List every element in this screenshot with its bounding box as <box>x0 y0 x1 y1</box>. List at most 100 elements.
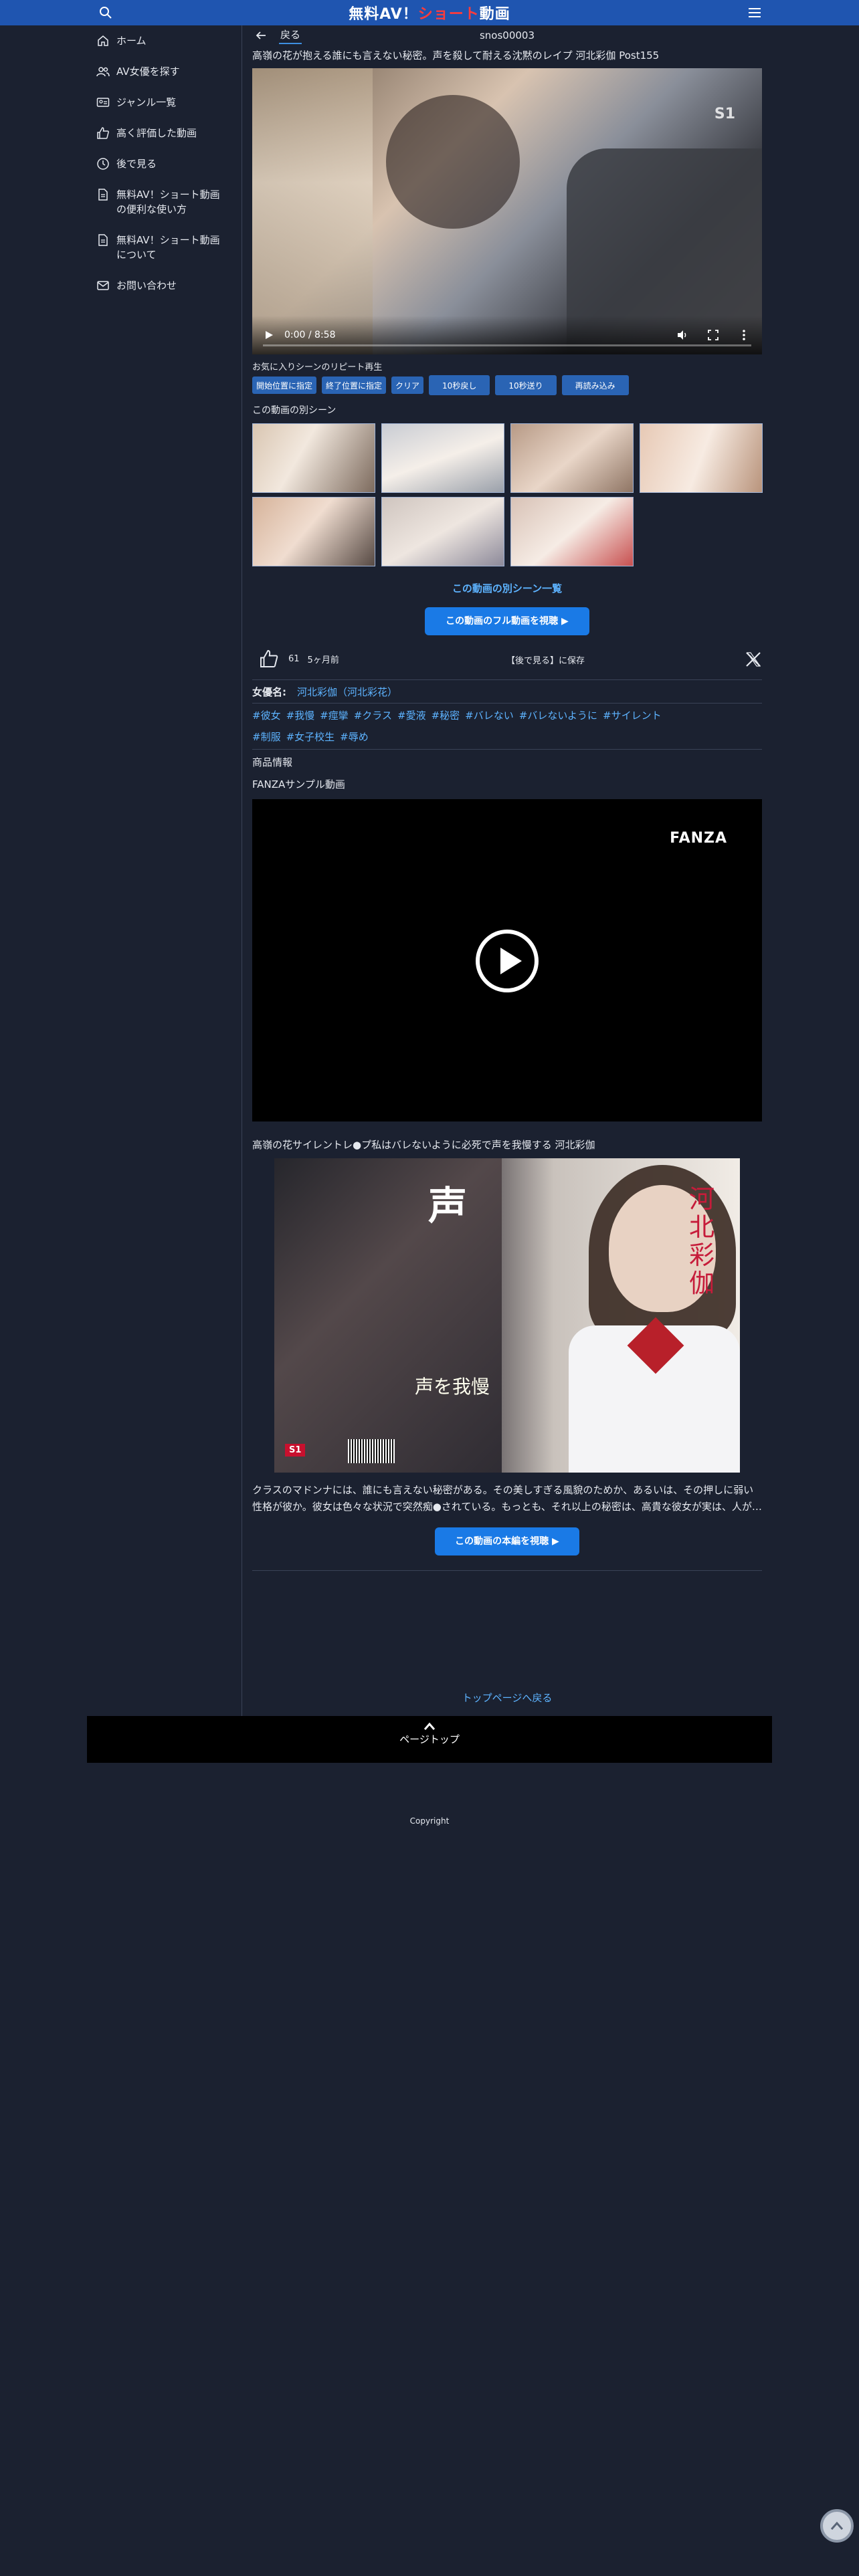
document-icon <box>98 189 108 201</box>
site-logo[interactable]: 無料AV！ショート動画 <box>349 2 510 23</box>
sidebar-item-label: AV女優を探す <box>116 66 180 78</box>
sidebar: ホーム AV女優を探す ジャンル一覧 高く評価した動画 後で見る 無料AV！ショ… <box>87 25 242 1717</box>
tag-link[interactable]: #我慢 <box>286 710 315 722</box>
description: クラスのマドンナには、誰にも言えない秘密がある。その美しすぎる風貌のためか、ある… <box>252 1484 762 1513</box>
video-code: snos00003 <box>479 29 535 41</box>
back-to-top-page-link[interactable]: トップページへ戻る <box>252 1691 762 1705</box>
scene-thumbnail[interactable] <box>252 497 375 566</box>
play-circle-icon[interactable] <box>474 928 541 994</box>
tag-link[interactable]: #愛液 <box>397 710 426 722</box>
scene-thumbnails <box>252 423 763 566</box>
tag-link[interactable]: #痙攣 <box>320 710 349 722</box>
sidebar-item-genres[interactable]: ジャンル一覧 <box>87 87 242 118</box>
sidebar-item-contact[interactable]: お問い合わせ <box>87 270 242 301</box>
forward-10s-button[interactable]: 10秒送り <box>495 375 557 395</box>
divider <box>252 749 762 750</box>
like-count: 61 <box>288 653 300 664</box>
fullscreen-icon[interactable] <box>708 330 719 340</box>
reload-button[interactable]: 再読み込み <box>561 375 629 395</box>
thumbs-up-icon <box>97 127 109 139</box>
sidebar-item-howto[interactable]: 無料AV！ショート動画 の便利な使い方 <box>87 179 242 225</box>
mail-icon <box>97 281 109 290</box>
watch-full-video-button[interactable]: この動画のフル動画を視聴 ▶ <box>425 607 589 635</box>
fanza-sample-player[interactable]: FANZA <box>252 799 762 1121</box>
tag-link[interactable]: #制服 <box>252 731 281 743</box>
video-frame-shadow <box>386 95 520 229</box>
search-icon[interactable] <box>99 6 112 19</box>
x-share-icon[interactable] <box>745 651 762 668</box>
scene-thumbnail[interactable] <box>381 423 504 493</box>
tag-link[interactable]: #バレないように <box>519 710 597 722</box>
scene-thumbnail[interactable] <box>252 423 375 493</box>
package-barcode <box>348 1439 395 1463</box>
chevron-up-icon <box>830 2521 844 2530</box>
brand-part2: ショート <box>417 6 480 23</box>
tag-link[interactable]: #バレない <box>465 710 514 722</box>
sidebar-item-liked[interactable]: 高く評価した動画 <box>87 118 242 148</box>
tag-link[interactable]: #秘密 <box>432 710 460 722</box>
watch-main-video-button[interactable]: この動画の本編を視聴 ▶ <box>435 1527 579 1555</box>
divider <box>252 1570 762 1571</box>
scene-thumbnail[interactable] <box>510 497 634 566</box>
sidebar-item-about[interactable]: 無料AV！ショート動画 について <box>87 225 242 270</box>
scene-thumbnail[interactable] <box>640 423 763 493</box>
video-player[interactable]: S1 0:00 / 8:58 <box>252 68 762 354</box>
sidebar-item-label: ホーム <box>116 35 147 47</box>
progress-bar[interactable] <box>263 344 751 346</box>
tag-link[interactable]: #彼女 <box>252 710 281 722</box>
actress-link[interactable]: 河北彩伽（河北彩花） <box>297 685 397 699</box>
video-title: 高嶺の花が抱える誰にも言えない秘密。声を殺して耐える沈黙のレイプ 河北彩伽 Po… <box>252 49 660 62</box>
brand-part3: 動画 <box>479 6 510 23</box>
scene-list-link[interactable]: この動画の別シーン一覧 <box>252 581 762 595</box>
sidebar-item-label: 高く評価した動画 <box>116 127 197 139</box>
package-cover-lettering-bottom: 声を我慢 <box>415 1376 490 1398</box>
package-collage <box>274 1158 502 1473</box>
sidebar-item-label: 無料AV！ショート動画 について <box>116 234 220 261</box>
sidebar-item-label: 無料AV！ショート動画 の便利な使い方 <box>116 189 220 215</box>
fanza-sample-title: FANZAサンプル動画 <box>252 778 345 790</box>
copyright: Copyright <box>409 1816 450 1826</box>
post-age: 5ヶ月前 <box>307 655 339 665</box>
package-cover-lettering-top: 声 <box>428 1183 468 1228</box>
clear-button[interactable]: クリア <box>391 377 424 394</box>
tag-link[interactable]: #女子校生 <box>286 731 335 743</box>
s1-label: S1 <box>285 1444 306 1457</box>
video-frame-shelf <box>252 68 373 354</box>
scene-thumbnail[interactable] <box>381 497 504 566</box>
actress-label: 女優名: <box>252 685 286 698</box>
brand-part1: 無料AV！ <box>349 6 418 23</box>
s1-watermark: S1 <box>714 106 735 122</box>
more-options-icon[interactable] <box>742 329 746 341</box>
volume-icon[interactable] <box>676 329 688 341</box>
sub-header: 戻る snos00003 <box>252 25 762 45</box>
tag-link[interactable]: #辱め <box>340 731 369 743</box>
tag-link[interactable]: #クラス <box>354 710 392 722</box>
chevron-up-icon <box>423 1722 436 1730</box>
clock-icon <box>97 158 109 170</box>
play-icon[interactable] <box>264 330 274 340</box>
sidebar-item-label: 後で見る <box>116 158 157 170</box>
actress-row: 女優名: 河北彩伽（河北彩花） <box>252 680 762 703</box>
page-top-button[interactable]: ページトップ <box>87 1716 772 1763</box>
like-thumbs-up-icon[interactable] <box>259 649 279 669</box>
scroll-top-button[interactable] <box>820 2509 854 2543</box>
sidebar-item-actresses[interactable]: AV女優を探す <box>87 56 242 87</box>
social-row: 61 5ヶ月前 【後で見る】に保存 <box>252 647 762 670</box>
set-end-button[interactable]: 終了位置に指定 <box>322 377 387 394</box>
playback-time: 0:00 / 8:58 <box>284 330 336 340</box>
id-card-icon <box>96 98 110 107</box>
package-image[interactable]: 声 声を我慢 河北彩伽 S1 <box>274 1158 740 1473</box>
page-top-label: ページトップ <box>399 1733 460 1745</box>
document-icon <box>98 234 108 246</box>
tag-link[interactable]: #サイレント <box>603 710 662 722</box>
hamburger-menu-icon[interactable] <box>747 6 762 19</box>
scene-thumbnail[interactable] <box>510 423 634 493</box>
sidebar-item-home[interactable]: ホーム <box>87 25 242 56</box>
watch-later-save[interactable]: 【後で見る】に保存 <box>506 653 585 666</box>
main-content: 戻る snos00003 高嶺の花が抱える誰にも言えない秘密。声を殺して耐える沈… <box>252 25 763 1571</box>
set-start-button[interactable]: 開始位置に指定 <box>252 377 317 394</box>
sidebar-item-watch-later[interactable]: 後で見る <box>87 148 242 179</box>
sidebar-item-label: お問い合わせ <box>116 280 177 292</box>
rewind-10s-button[interactable]: 10秒戻し <box>429 375 490 395</box>
repeat-title: お気に入りシーンのリピート再生 <box>252 362 383 372</box>
